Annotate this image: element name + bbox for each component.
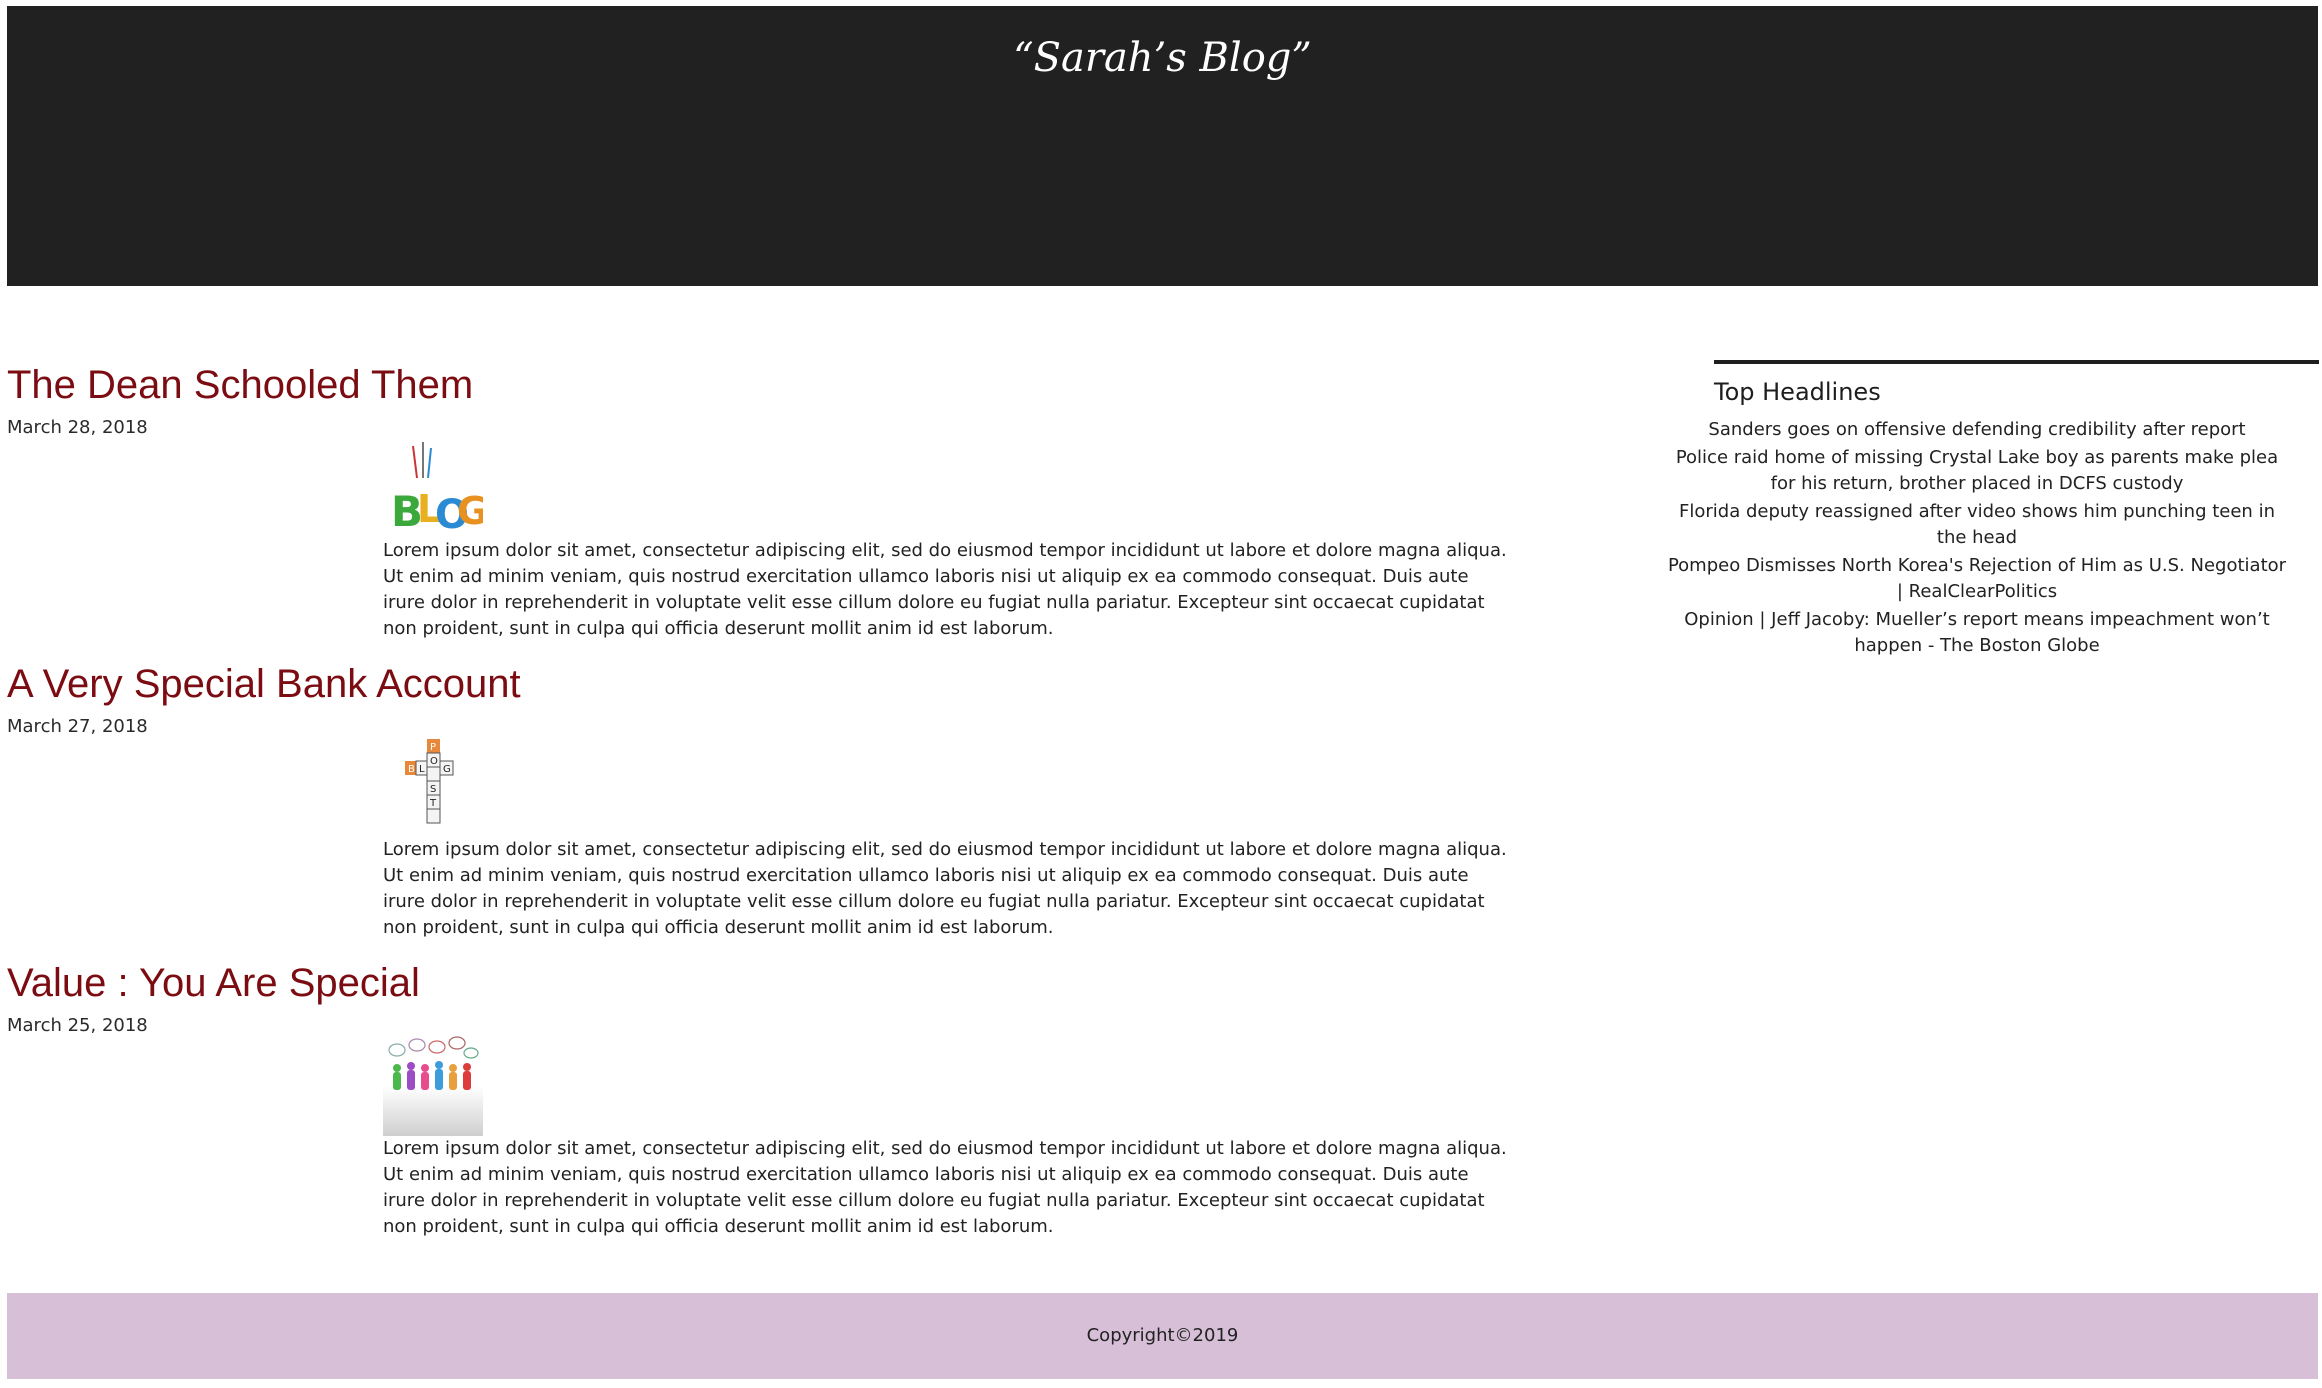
- blog-post: Value : You Are Special March 25, 2018 L…: [7, 953, 1507, 1252]
- copyright-text: Copyright©2019: [1086, 1325, 1239, 1346]
- svg-text:O: O: [430, 756, 438, 767]
- people-speech-bubbles-image: [383, 1036, 483, 1136]
- svg-text:B: B: [408, 764, 415, 775]
- post-body: Lorem ipsum dolor sit amet, consectetur …: [383, 1138, 1507, 1237]
- post-date: March 25, 2018: [7, 1015, 148, 1036]
- headline-list: Sanders goes on offensive defending cred…: [1667, 417, 2287, 661]
- post-title[interactable]: A Very Special Bank Account: [7, 654, 1507, 714]
- blog-letters-image: B L O G: [391, 442, 483, 538]
- site-header: “Sarah’s Blog”: [7, 6, 2318, 286]
- post-date: March 27, 2018: [7, 716, 148, 737]
- headline-link[interactable]: Opinion | Jeff Jacoby: Mueller’s report …: [1667, 607, 2287, 659]
- sidebar-title: Top Headlines: [1714, 378, 1881, 406]
- headline-link[interactable]: Sanders goes on offensive defending cred…: [1667, 417, 2287, 443]
- site-title[interactable]: “Sarah’s Blog”: [7, 28, 2318, 88]
- blog-post-crossword-image: P B L O G S T: [405, 739, 454, 824]
- post-title[interactable]: Value : You Are Special: [7, 953, 1507, 1013]
- blog-post: A Very Special Bank Account March 27, 20…: [7, 654, 1507, 953]
- svg-text:P: P: [430, 742, 436, 753]
- svg-text:S: S: [430, 784, 436, 795]
- post-date: March 28, 2018: [7, 417, 148, 438]
- headline-link[interactable]: Pompeo Dismisses North Korea's Rejection…: [1667, 553, 2287, 605]
- sidebar-divider: [1714, 360, 2319, 364]
- post-body: Lorem ipsum dolor sit amet, consectetur …: [383, 540, 1507, 639]
- post-title[interactable]: The Dean Schooled Them: [7, 355, 1507, 415]
- svg-text:L: L: [419, 764, 425, 775]
- blog-post: The Dean Schooled Them March 28, 2018 B …: [7, 355, 1507, 654]
- post-list: The Dean Schooled Them March 28, 2018 B …: [7, 355, 1507, 1252]
- headline-link[interactable]: Florida deputy reassigned after video sh…: [1667, 499, 2287, 551]
- headline-link[interactable]: Police raid home of missing Crystal Lake…: [1667, 445, 2287, 497]
- svg-text:G: G: [457, 489, 483, 533]
- svg-text:T: T: [429, 798, 437, 809]
- svg-text:G: G: [443, 764, 451, 775]
- site-footer: Copyright©2019: [7, 1293, 2318, 1379]
- post-body: Lorem ipsum dolor sit amet, consectetur …: [383, 839, 1507, 938]
